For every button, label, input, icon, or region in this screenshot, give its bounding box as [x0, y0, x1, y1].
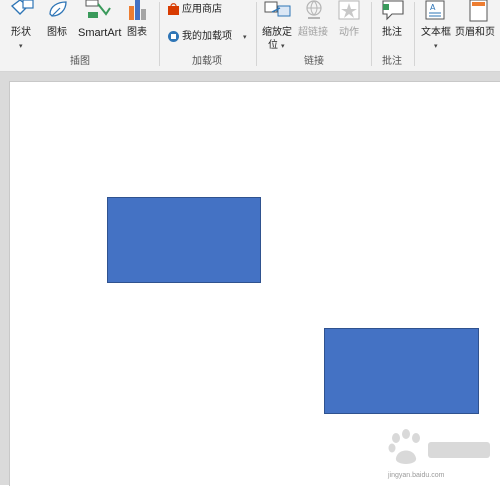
comments-group-label: 批注	[382, 56, 402, 67]
svg-text:A: A	[430, 3, 436, 12]
textbox-dropdown-icon: ▾	[434, 42, 438, 50]
zoom-dropdown-icon: ▾	[281, 42, 285, 50]
action-icon	[338, 0, 360, 20]
addins-icon	[168, 31, 179, 42]
rectangle-shape-2[interactable]	[324, 328, 479, 414]
store-label: 应用商店	[182, 4, 222, 15]
chart-icon	[129, 0, 146, 20]
separator	[256, 2, 257, 66]
slide-pane	[0, 72, 500, 486]
my-addins-label: 我的加载项	[182, 31, 232, 42]
comment-icon	[382, 0, 404, 21]
zoom-label-line1: 缩放定	[262, 27, 292, 38]
smartart-icon	[85, 0, 111, 18]
illustrations-group-label: 插图	[70, 56, 90, 67]
separator	[414, 2, 415, 66]
icons-label: 图标	[47, 27, 67, 38]
my-addins-dropdown-icon: ▾	[243, 33, 247, 41]
hyperlink-icon	[306, 0, 322, 19]
zoom-icon	[264, 1, 291, 17]
action-label: 动作	[339, 27, 359, 38]
addins-group-label: 加载项	[192, 56, 222, 67]
textbox-label: 文本框	[421, 27, 451, 38]
chart-label: 图表	[127, 27, 147, 38]
watermark-url: jingyan.baidu.com	[388, 472, 445, 479]
zoom-label-line2: 位	[268, 40, 278, 51]
ribbon: 形状 ▾ 图标 SmartArt 图表 插图 应用商店 我的加载项 ▾ 加载项 …	[0, 0, 500, 72]
textbox-icon: A	[425, 0, 445, 20]
shapes-icon	[10, 0, 34, 15]
separator	[371, 2, 372, 66]
slide-canvas[interactable]	[9, 81, 500, 486]
links-group-label: 链接	[304, 56, 324, 67]
hyperlink-label: 超链接	[298, 27, 328, 38]
rectangle-shape-1[interactable]	[107, 197, 261, 283]
separator	[159, 2, 160, 66]
store-icon	[168, 3, 179, 15]
header-footer-label: 页眉和页	[455, 27, 495, 38]
smartart-label: SmartArt	[78, 27, 122, 39]
shapes-label: 形状	[11, 27, 31, 38]
icons-icon	[49, 1, 67, 17]
shapes-dropdown-icon: ▾	[19, 42, 23, 50]
header-footer-icon	[469, 0, 488, 22]
comment-label: 批注	[382, 27, 402, 38]
